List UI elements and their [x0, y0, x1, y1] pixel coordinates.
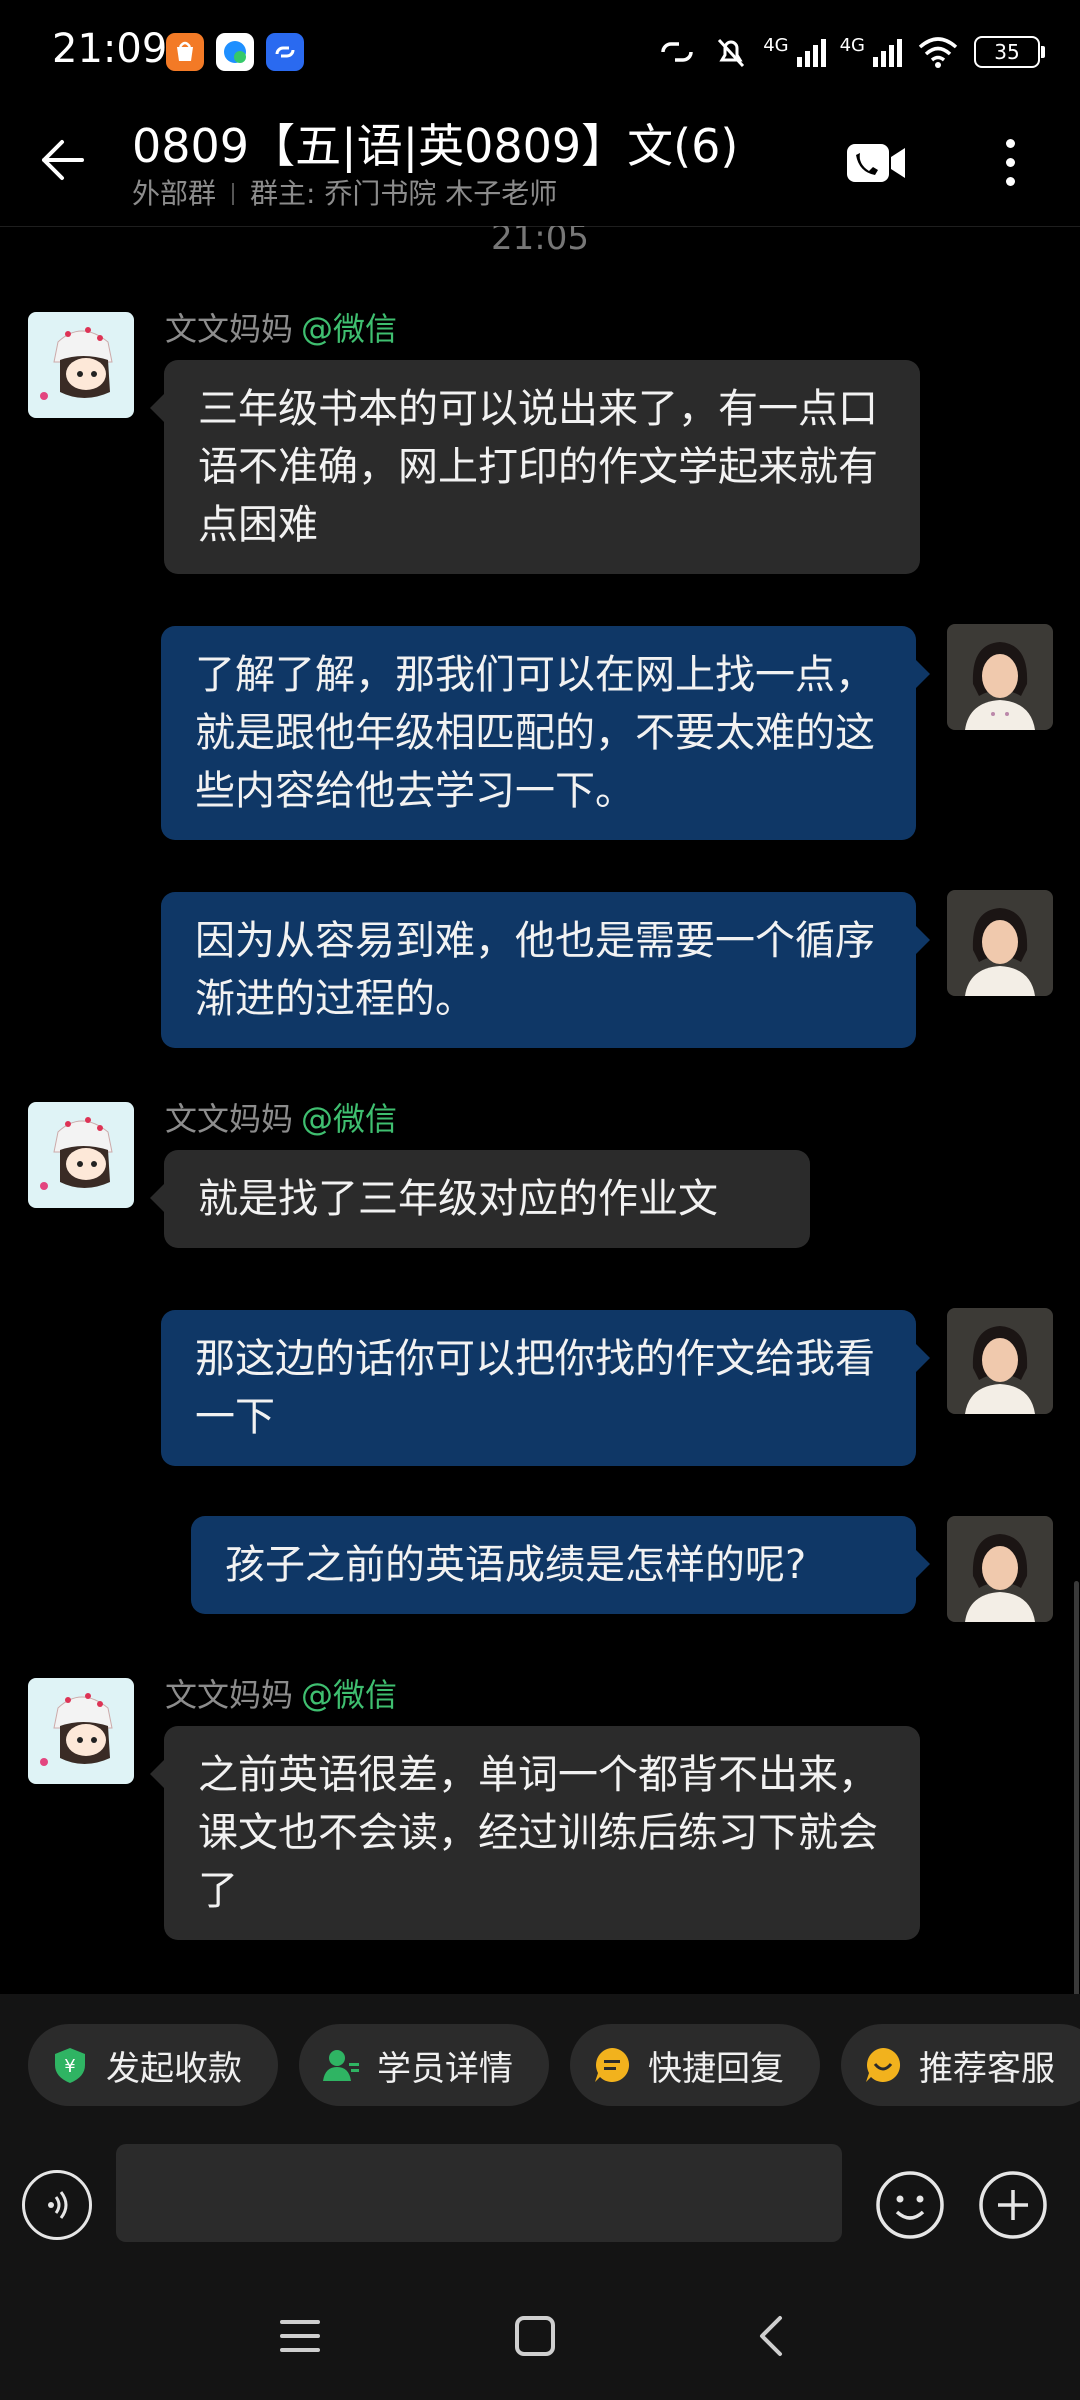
outgoing-message[interactable]: 了解了解，那我们可以在网上找一点，就是跟他年级相匹配的，不要太难的这些内容给他去…	[161, 626, 930, 840]
outgoing-message[interactable]: 那这边的话你可以把你找的作文给我看一下	[161, 1310, 930, 1466]
wechat-tag: @微信	[301, 1100, 398, 1138]
mute-bell-icon	[718, 38, 745, 68]
outgoing-message[interactable]: 孩子之前的英语成绩是怎样的呢?	[191, 1516, 930, 1614]
home-button[interactable]	[505, 2310, 565, 2362]
more-options-button[interactable]	[990, 130, 1030, 194]
quick-reply-icon	[595, 2048, 630, 2082]
emoji-button[interactable]	[875, 2170, 945, 2240]
voice-input-icon	[48, 2191, 68, 2219]
wifi-icon	[918, 37, 958, 68]
my-avatar[interactable]	[947, 1516, 1053, 1622]
chip-label: 学员详情	[377, 2048, 513, 2089]
video-call-icon	[847, 144, 905, 182]
my-avatar[interactable]	[947, 890, 1053, 996]
message-input-bar	[0, 2144, 1080, 2270]
group-owner-label: 群主: 乔门书院 木子老师	[250, 177, 558, 210]
video-call-button[interactable]	[845, 140, 909, 186]
back-button[interactable]	[30, 128, 94, 192]
add-plus-icon	[979, 2171, 1047, 2239]
taobao-app-icon	[166, 33, 204, 71]
subtitle-divider	[232, 183, 235, 205]
sender-name: 文文妈妈 @微信	[165, 1100, 398, 1138]
recent-apps-button[interactable]	[270, 2310, 330, 2362]
svg-text:¥: ¥	[64, 2056, 75, 2077]
network-type-label: 4G	[763, 34, 789, 56]
back-chevron-icon	[760, 2316, 782, 2356]
payment-shield-icon: ¥	[55, 2048, 85, 2083]
student-profile-icon	[323, 2050, 359, 2081]
back-arrow-icon	[42, 140, 84, 180]
sender-avatar[interactable]	[28, 1678, 134, 1784]
sender-name: 文文妈妈 @微信	[165, 310, 398, 348]
message-list[interactable]: 21:05 文文妈妈 @微信 三年级书本的可以说出来了，有一点口语不准确，网上打印…	[0, 226, 1080, 1994]
battery-level: 35	[994, 40, 1020, 64]
status-bar: 21:09 4G 4G 35	[0, 0, 1080, 100]
my-avatar[interactable]	[947, 1308, 1053, 1414]
wechat-tag: @微信	[301, 1676, 398, 1714]
chip-label: 推荐客服	[919, 2048, 1055, 2089]
messaging-app-icon	[216, 33, 254, 71]
sender-avatar[interactable]	[28, 1102, 134, 1208]
scrollbar[interactable]	[1074, 1581, 1079, 1994]
sender-name: 文文妈妈 @微信	[165, 1676, 398, 1714]
incoming-message[interactable]: 之前英语很差，单词一个都背不出来，课文也不会读，经过训练后练习下就会了	[150, 1726, 920, 1940]
quick-reply-button[interactable]: 快捷回复	[570, 2024, 820, 2106]
signal-icon	[796, 37, 826, 67]
recommend-service-button[interactable]: 推荐客服	[841, 2024, 1080, 2106]
link-app-icon	[266, 33, 304, 71]
group-type-label: 外部群	[132, 177, 217, 210]
sender-avatar[interactable]	[28, 312, 134, 418]
incoming-message[interactable]: 三年级书本的可以说出来了，有一点口语不准确，网上打印的作文学起来就有点困难	[150, 360, 920, 574]
menu-icon	[280, 2320, 320, 2352]
incoming-message[interactable]: 就是找了三年级对应的作业文	[150, 1150, 810, 1248]
signal-icon-2	[873, 37, 902, 67]
more-vertical-icon	[1005, 138, 1015, 148]
message-timestamp: 21:05	[491, 226, 589, 258]
student-details-button[interactable]: 学员详情	[299, 2024, 549, 2106]
system-back-button[interactable]	[742, 2310, 802, 2362]
system-nav-bar	[0, 2270, 1080, 2400]
chat-title[interactable]: 0809【五|语|英0809】文(6)	[132, 110, 738, 176]
add-attachment-button[interactable]	[978, 2170, 1048, 2240]
network-type-label-2: 4G	[839, 34, 865, 56]
status-indicators: 4G 4G 35	[655, 30, 1045, 74]
chat-header: 0809【五|语|英0809】文(6) 外部群 群主: 乔门书院 木子老师	[0, 100, 1080, 227]
chip-label: 快捷回复	[648, 2048, 784, 2089]
message-input[interactable]	[116, 2144, 842, 2242]
my-avatar[interactable]	[947, 624, 1053, 730]
outgoing-message[interactable]: 因为从容易到难，他也是需要一个循序渐进的过程的。	[161, 892, 930, 1048]
hotspot-icon	[661, 42, 693, 62]
chat-subtitle: 外部群 群主: 乔门书院 木子老师	[132, 172, 557, 212]
recommend-service-icon	[866, 2048, 901, 2082]
chip-label: 发起收款	[106, 2048, 242, 2089]
start-payment-button[interactable]: ¥ 发起收款	[28, 2024, 278, 2106]
emoji-icon	[876, 2171, 944, 2239]
battery-icon: 35	[974, 36, 1045, 68]
status-time: 21:09	[52, 26, 168, 72]
wechat-tag: @微信	[301, 310, 398, 348]
voice-input-button[interactable]	[22, 2170, 92, 2240]
home-square-icon	[515, 2316, 555, 2356]
quick-action-bar: ¥ 发起收款 学员详情 快捷回复 推荐客服	[0, 1994, 1080, 2144]
